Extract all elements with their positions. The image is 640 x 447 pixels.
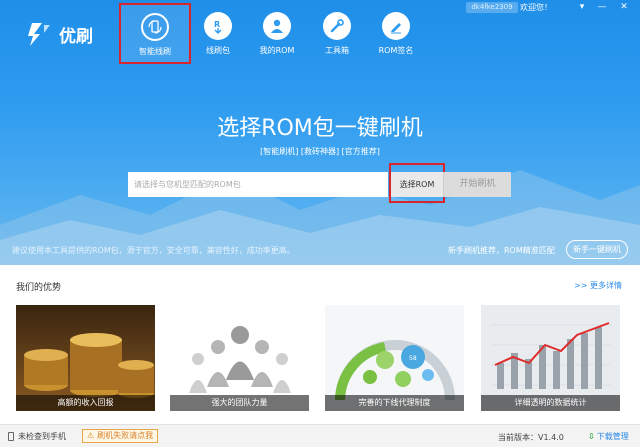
phone-status: 未检查到手机 — [8, 431, 66, 442]
phone-status-text: 未检查到手机 — [18, 432, 66, 441]
nav-smart-flash[interactable]: 智能线刷 — [119, 3, 191, 64]
flash-failed-label: 刷机失败请点我 — [97, 431, 154, 440]
card-caption: 强大的团队力量 — [170, 395, 309, 411]
flash-failed-button[interactable]: ⚠ 刷机失败请点我 — [82, 429, 159, 443]
download-manager-link[interactable]: ⇩ 下载管理 — [588, 431, 629, 442]
card-caption: 详细透明的数据统计 — [481, 395, 620, 411]
pen-icon — [382, 12, 410, 40]
version-text: 当前版本：V1.4.0 — [498, 433, 564, 442]
download-icon: ⇩ — [588, 432, 595, 441]
advantage-card-team[interactable]: 强大的团队力量 — [170, 305, 309, 411]
welcome-text: 欢迎您！ — [520, 3, 552, 12]
advantage-card-stats[interactable]: 详细透明的数据统计 — [481, 305, 620, 411]
svg-text:R: R — [214, 20, 220, 29]
nav-label: 我的ROM — [259, 46, 295, 55]
hero-banner: dk4fke2309 欢迎您！ ▾ — ✕ 优刷 智能线刷 R 线刷包 我的RO… — [0, 0, 640, 265]
card-caption: 完善的下线代理制度 — [325, 395, 464, 411]
status-bar: 未检查到手机 ⚠ 刷机失败请点我 当前版本：V1.4.0 ⇩ 下载管理 — [0, 424, 640, 447]
select-rom-highlight — [389, 163, 445, 203]
advantage-card-income[interactable]: 高额的收入回报 — [16, 305, 155, 411]
nav-label: 线刷包 — [206, 46, 230, 55]
cloud-r-icon: R — [204, 12, 232, 40]
newbie-flash-button[interactable]: 新手一键刷机 — [566, 240, 628, 259]
advantages-title: 我们的优势 — [16, 283, 62, 293]
card-caption: 高额的收入回报 — [16, 395, 155, 411]
newbie-tip: 新手刷机推荐，ROM精准匹配 — [448, 246, 555, 255]
logo-icon — [28, 23, 50, 46]
minimize-icon[interactable]: — — [596, 1, 608, 13]
nav-label: ROM签名 — [378, 46, 414, 55]
nav-rom-sign[interactable]: ROM签名 — [368, 10, 424, 62]
download-label: 下载管理 — [596, 432, 629, 441]
menu-icon[interactable]: ▾ — [576, 1, 588, 13]
phone-refresh-icon — [141, 13, 169, 41]
close-icon[interactable]: ✕ — [618, 1, 630, 13]
more-details-link[interactable]: >> 更多详情 — [574, 280, 622, 291]
app-logo: 优刷 — [24, 18, 114, 50]
wrench-icon — [323, 12, 351, 40]
nav-my-rom[interactable]: 我的ROM — [249, 10, 305, 62]
svg-text:58: 58 — [409, 355, 417, 362]
nav-label: 工具箱 — [325, 46, 349, 55]
nav-toolbox[interactable]: 工具箱 — [309, 10, 365, 62]
warning-icon: ⚠ — [87, 431, 95, 440]
advantage-card-agent[interactable]: 58 完善的下线代理制度 — [325, 305, 464, 411]
hero-headline: 选择ROM包一键刷机 — [217, 116, 423, 141]
nav-flash-package[interactable]: R 线刷包 — [190, 10, 246, 62]
user-icon — [263, 12, 291, 40]
hero-tip: 建议使用本工具提供的ROM包，源于官方，安全可靠，兼容性好，成功率更高。 — [12, 246, 295, 255]
start-flash-button[interactable]: 开始刷机 — [443, 172, 511, 197]
rom-path-input[interactable] — [128, 172, 388, 197]
phone-icon — [8, 432, 14, 441]
nav-label: 智能线刷 — [139, 47, 171, 56]
username-badge[interactable]: dk4fke2309 — [466, 2, 518, 13]
hero-sublinks[interactable]: [智能刷机] [救砖神器] [官方推荐] — [0, 146, 640, 157]
app-name: 优刷 — [59, 26, 93, 47]
